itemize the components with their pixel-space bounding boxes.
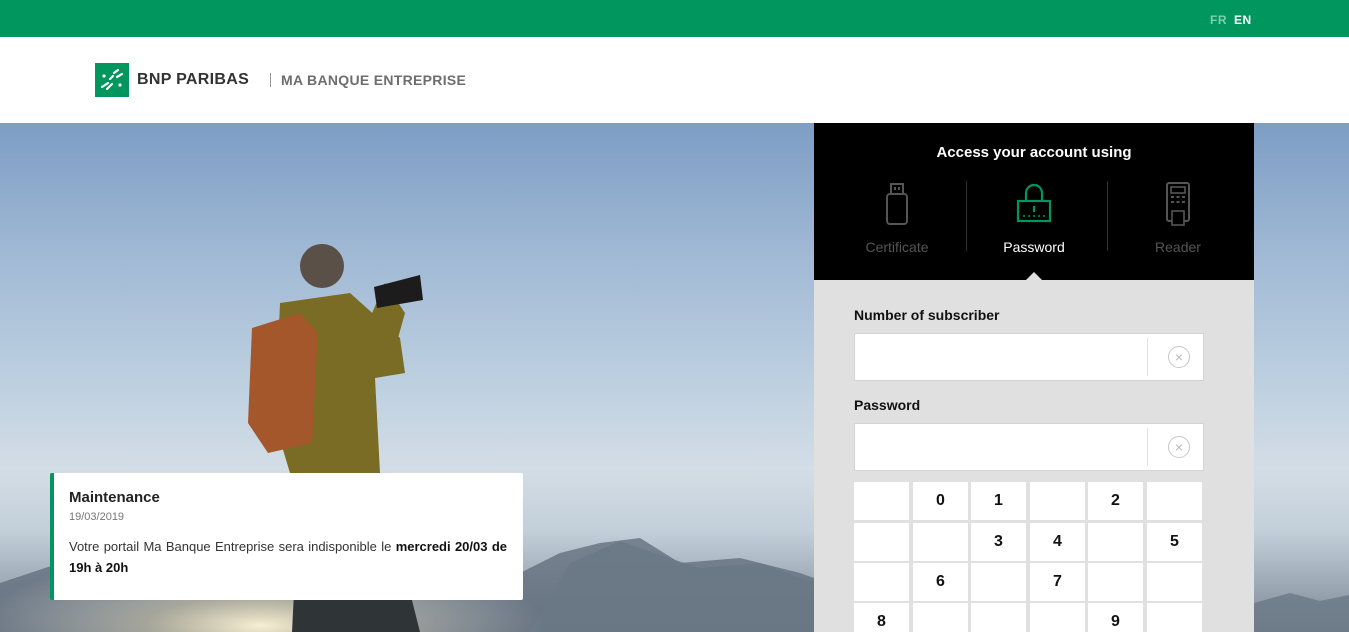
brand-name: BNP PARIBAS — [137, 71, 250, 88]
keypad-key[interactable] — [1030, 482, 1085, 520]
subscriber-input[interactable] — [855, 334, 1147, 380]
keypad-key[interactable] — [913, 603, 968, 632]
keypad-key[interactable]: 6 — [913, 563, 968, 601]
keypad-key[interactable] — [971, 603, 1026, 632]
bnp-logo-icon[interactable] — [95, 63, 129, 97]
lang-fr-link[interactable]: FR — [1210, 13, 1227, 27]
method-label: Password — [1003, 239, 1065, 255]
keypad-key[interactable]: 2 — [1088, 482, 1143, 520]
keypad-key[interactable] — [1147, 482, 1202, 520]
clear-subscriber-icon[interactable]: × — [1168, 346, 1190, 368]
keypad-key[interactable]: 7 — [1030, 563, 1085, 601]
method-certificate[interactable]: Certificate — [827, 181, 967, 261]
usb-key-icon — [886, 183, 908, 225]
lang-en-link[interactable]: EN — [1234, 13, 1252, 27]
keypad-key[interactable]: 1 — [971, 482, 1026, 520]
keypad-key[interactable] — [913, 523, 968, 561]
login-form: Number of subscriber × Password × 0 1 2 … — [814, 280, 1254, 632]
keypad-key[interactable] — [1147, 563, 1202, 601]
keypad-key[interactable]: 4 — [1030, 523, 1085, 561]
keypad-key[interactable]: 0 — [913, 482, 968, 520]
field-divider — [1147, 428, 1148, 466]
header: BNP PARIBAS MA BANQUE ENTREPRISE — [0, 37, 1349, 123]
method-password[interactable]: Password — [964, 181, 1104, 261]
clear-password-icon[interactable]: × — [1168, 436, 1190, 458]
keypad-key[interactable] — [854, 482, 909, 520]
method-label: Reader — [1155, 239, 1201, 255]
keypad-key[interactable]: 8 — [854, 603, 909, 632]
method-label: Certificate — [865, 239, 929, 255]
card-reader-icon — [1166, 182, 1190, 226]
password-input[interactable] — [855, 424, 1147, 470]
notice-date: 19/03/2019 — [69, 511, 125, 523]
subscriber-field: × — [854, 333, 1204, 381]
padlock-icon — [1016, 183, 1052, 223]
login-panel-header: Access your account using Certificate Pa… — [814, 123, 1254, 280]
keypad-key[interactable] — [1088, 523, 1143, 561]
brand-subtitle: MA BANQUE ENTREPRISE — [281, 72, 467, 88]
notice-text: Votre portail Ma Banque Entreprise sera … — [69, 536, 507, 578]
login-title: Access your account using — [936, 144, 1132, 161]
maintenance-notice: Maintenance 19/03/2019 Votre portail Ma … — [50, 473, 523, 600]
keypad-key[interactable] — [1088, 563, 1143, 601]
keypad-key[interactable] — [971, 563, 1026, 601]
keypad-key[interactable] — [1147, 603, 1202, 632]
top-bar: FR EN — [0, 0, 1349, 37]
keypad-key[interactable]: 3 — [971, 523, 1026, 561]
password-field: × — [854, 423, 1204, 471]
notice-text-body: Votre portail Ma Banque Entreprise sera … — [69, 539, 392, 554]
brand-divider — [270, 73, 271, 87]
subscriber-label: Number of subscriber — [854, 307, 1000, 323]
keypad-key[interactable] — [854, 563, 909, 601]
method-reader[interactable]: Reader — [1108, 181, 1248, 261]
keypad-key[interactable]: 9 — [1088, 603, 1143, 632]
keypad-key[interactable]: 5 — [1147, 523, 1202, 561]
password-label: Password — [854, 397, 921, 413]
keypad-key[interactable] — [1030, 603, 1085, 632]
keypad-key[interactable] — [854, 523, 909, 561]
field-divider — [1147, 338, 1148, 376]
notice-title: Maintenance — [69, 489, 160, 506]
